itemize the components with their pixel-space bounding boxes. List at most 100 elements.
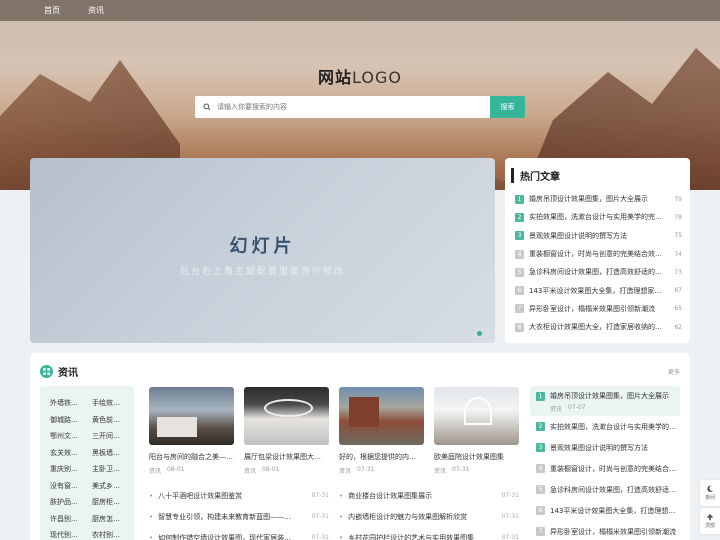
search-input[interactable] (217, 103, 467, 111)
ranking-item[interactable]: 6 143平米设计效果图大全集，打造理想家居空间 (530, 500, 680, 521)
ranking-item[interactable]: 4 重装橱窗设计，时尚与创意的完美结合效果图 (530, 458, 680, 479)
news-card-category[interactable]: 资讯 (244, 466, 256, 475)
hot-article-title[interactable]: 异形卧室设计，榻榻米效果图引领新潮流 (529, 304, 666, 314)
back-to-top-button[interactable]: 顶部 (700, 508, 720, 534)
tag-link[interactable]: 玄关效… (50, 449, 92, 459)
tag-link[interactable]: 手绘效… (92, 399, 134, 409)
news-card[interactable]: 展厅包梁设计效果图大… 资讯 08-01 (244, 387, 329, 475)
view-count: 73 (674, 268, 682, 276)
hot-article-title[interactable]: 143平米设计效果图大全集，打造理想家居空间 (529, 286, 666, 296)
tag-link[interactable]: 黄色前… (92, 416, 134, 426)
news-card-image[interactable] (339, 387, 424, 445)
news-card[interactable]: 好的，根据您提供的内… 资讯 07-31 (339, 387, 424, 475)
hot-article-item[interactable]: 4 重装橱窗设计，时尚与创意的完美结合效果图 74 (515, 245, 682, 263)
news-list-item[interactable]: • 智慧专业引领，构建未来教育新蓝图——… 07-31 (149, 506, 329, 527)
news-list-title[interactable]: 内嵌墙柜设计的魅力与效果图解析欣赏 (348, 512, 497, 522)
ranking-title[interactable]: 急诊科房间设计效果图，打造高效舒适的医疗环境 (550, 485, 680, 495)
night-mode-button[interactable]: 夜间 (700, 480, 720, 506)
slideshow-title: 幻灯片 (229, 236, 296, 257)
news-more-link[interactable]: 更多 (668, 367, 680, 376)
ranking-item[interactable]: 3 景观效果图设计说明的撰写方法 (530, 437, 680, 458)
ranking-title[interactable]: 景观效果图设计说明的撰写方法 (550, 443, 680, 453)
view-count: 78 (674, 213, 682, 221)
hot-article-item[interactable]: 7 异形卧室设计，榻榻米效果图引领新潮流 65 (515, 300, 682, 318)
hot-article-item[interactable]: 1 婚房吊顶设计效果图集，图片大全展示 79 (515, 190, 682, 208)
news-list-item[interactable]: • 八十平酒吧设计效果图鉴赏 07-31 (149, 485, 329, 506)
bullet-icon: • (149, 533, 154, 540)
hot-article-title[interactable]: 婚房吊顶设计效果图集，图片大全展示 (529, 194, 666, 204)
news-card[interactable]: 阳台与房间的融合之美——… 资讯 08-01 (149, 387, 234, 475)
news-list-title[interactable]: 八十平酒吧设计效果图鉴赏 (158, 491, 307, 501)
tag-link[interactable]: 主卧卫… (92, 465, 134, 475)
ranking-title[interactable]: 婚房吊顶设计效果图集，图片大全展示 (550, 391, 674, 401)
news-list-item[interactable]: • 商业楼台设计效果图集展示 07-31 (339, 485, 519, 506)
ranking-item[interactable]: 2 实拍效果图，洗漱台设计与实用美学的完美融合 (530, 416, 680, 437)
hot-article-item[interactable]: 5 急诊科房间设计效果图，打造高效舒适的医疗环境 73 (515, 263, 682, 281)
news-list-title[interactable]: 如何制作错空墙设计效果图，现代家居装… (158, 533, 307, 540)
hot-article-item[interactable]: 6 143平米设计效果图大全集，打造理想家居空间 67 (515, 281, 682, 299)
hot-article-item[interactable]: 8 大衣柜设计效果图大全，打造家居收纳的艺术空间 62 (515, 318, 682, 336)
rank-badge: 2 (536, 422, 545, 431)
slideshow-dot[interactable] (477, 331, 482, 336)
rank-badge: 8 (515, 322, 524, 332)
search-button[interactable]: 搜索 (490, 96, 525, 118)
news-list-title[interactable]: 智慧专业引领，构建未来教育新蓝图——… (158, 512, 307, 522)
tag-link[interactable]: 鄂州文… (50, 432, 92, 442)
rank-badge: 6 (515, 286, 524, 296)
ranking-title[interactable]: 重装橱窗设计，时尚与创意的完美结合效果图 (550, 464, 680, 474)
news-list-title[interactable]: 商业楼台设计效果图集展示 (348, 491, 497, 501)
tag-link[interactable]: 厨房怎… (92, 515, 134, 525)
site-logo[interactable]: 网站LOGO (0, 64, 720, 88)
hot-article-title[interactable]: 大衣柜设计效果图大全，打造家居收纳的艺术空间 (529, 322, 666, 332)
news-list-title[interactable]: 乡村花园护栏设计的艺术与实用效果图集 (348, 533, 497, 540)
hot-article-item[interactable]: 2 实拍效果图，洗漱台设计与实用美学的完美融合 78 (515, 208, 682, 226)
tag-link[interactable]: 黑板墙… (92, 449, 134, 459)
ranking-item-featured[interactable]: 1 婚房吊顶设计效果图集，图片大全展示 资讯 07-07 (530, 386, 680, 416)
tag-link[interactable]: 许昌别… (50, 515, 92, 525)
tag-link[interactable]: 农村别… (92, 531, 134, 540)
news-list-item[interactable]: • 如何制作错空墙设计效果图，现代家居装… 07-31 (149, 527, 329, 540)
tag-link[interactable]: 肤护品… (50, 498, 92, 508)
news-list-item[interactable]: • 乡村花园护栏设计的艺术与实用效果图集 07-31 (339, 527, 519, 540)
ranking-category[interactable]: 资讯 (550, 404, 562, 413)
news-card-meta: 资讯 07-31 (339, 466, 424, 475)
news-card-category[interactable]: 资讯 (434, 466, 446, 475)
tag-link[interactable]: 现代别… (50, 531, 92, 540)
tag-link[interactable]: 厨房柜… (92, 498, 134, 508)
tag-link[interactable]: 外墙铁… (50, 399, 92, 409)
news-list-item[interactable]: • 内嵌墙柜设计的魅力与效果图解析欣赏 07-31 (339, 506, 519, 527)
ranking-title[interactable]: 实拍效果图，洗漱台设计与实用美学的完美融合 (550, 422, 680, 432)
tag-link[interactable]: 没有窗… (50, 482, 92, 492)
nav-item-home[interactable]: 首页 (44, 5, 60, 16)
ranking-title[interactable]: 143平米设计效果图大全集，打造理想家居空间 (550, 506, 680, 516)
news-card-image[interactable] (149, 387, 234, 445)
tag-link[interactable]: 美式乡… (92, 482, 134, 492)
news-card-category[interactable]: 资讯 (339, 466, 351, 475)
hot-article-title[interactable]: 景观效果图设计说明的撰写方法 (529, 231, 666, 241)
news-card-title[interactable]: 展厅包梁设计效果图大… (244, 452, 329, 462)
ranking-item[interactable]: 7 异形卧室设计，榻榻米效果图引领新潮流 (530, 521, 680, 540)
hot-article-title[interactable]: 急诊科房间设计效果图，打造高效舒适的医疗环境 (529, 267, 666, 277)
nav-item-news[interactable]: 资讯 (88, 5, 104, 16)
news-card-image[interactable] (434, 387, 519, 445)
rank-badge: 5 (536, 485, 545, 494)
logo-light-text: LOGO (352, 68, 402, 87)
news-card[interactable]: 欧美庭院设计效果图集 资讯 07-31 (434, 387, 519, 475)
hot-article-title[interactable]: 实拍效果图，洗漱台设计与实用美学的完美融合 (529, 212, 666, 222)
tag-link[interactable]: 三开间… (92, 432, 134, 442)
tag-link[interactable]: 御城路… (50, 416, 92, 426)
news-card-title[interactable]: 好的，根据您提供的内… (339, 452, 424, 462)
rank-badge: 7 (515, 304, 524, 314)
tag-link[interactable]: 重庆别… (50, 465, 92, 475)
hot-article-item[interactable]: 3 景观效果图设计说明的撰写方法 75 (515, 227, 682, 245)
news-card-title[interactable]: 阳台与房间的融合之美——… (149, 452, 234, 462)
news-card-category[interactable]: 资讯 (149, 466, 161, 475)
ranking-title[interactable]: 异形卧室设计，榻榻米效果图引领新潮流 (550, 527, 680, 537)
hot-article-title[interactable]: 重装橱窗设计，时尚与创意的完美结合效果图 (529, 249, 666, 259)
news-card-title[interactable]: 欧美庭院设计效果图集 (434, 452, 519, 462)
news-list-date: 07-31 (311, 534, 329, 540)
slideshow[interactable]: 幻灯片 后台右上角主题配置里面自行修改 (30, 158, 495, 343)
ranking-item[interactable]: 5 急诊科房间设计效果图，打造高效舒适的医疗环境 (530, 479, 680, 500)
search-bar: 搜索 (195, 96, 525, 118)
news-card-image[interactable] (244, 387, 329, 445)
